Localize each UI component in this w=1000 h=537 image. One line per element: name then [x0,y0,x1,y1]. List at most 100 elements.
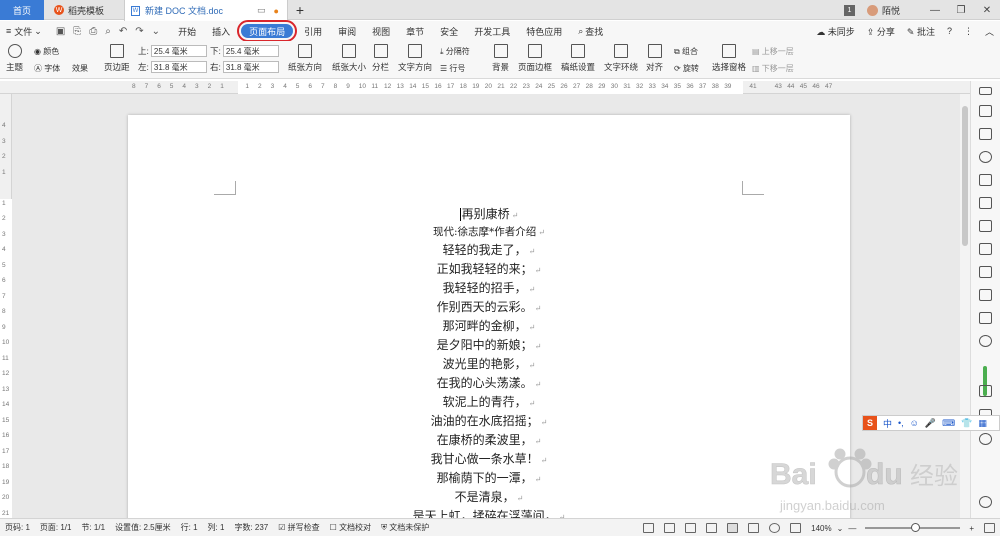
background-button[interactable]: 背景 [492,44,509,73]
window-mode-icon[interactable]: ▭ [257,5,266,16]
avatar[interactable] [866,4,878,16]
user-name[interactable]: 陌悦 [882,4,900,17]
layout-icon[interactable] [979,220,992,232]
template-tab[interactable]: W 稻壳模板 [46,0,124,20]
more-options-icon[interactable]: ⋮ [958,26,979,37]
backup-icon[interactable] [979,385,992,397]
poem-subtitle[interactable]: 现代:徐志摩*作者介绍 ↵ [128,224,850,241]
search-button[interactable]: ⌕ 查找 [570,21,611,41]
sync-status-button[interactable]: ☁ 未同步 [810,25,861,38]
edit-icon[interactable] [979,312,992,324]
more-icon[interactable] [979,496,992,508]
margins-button[interactable]: 页边距 [104,44,130,73]
full-screen-icon[interactable] [643,523,655,533]
edit-mode-icon[interactable] [706,523,718,533]
page-border-button[interactable]: 页面边框 [518,44,552,73]
poem-line[interactable]: 油油的在水底招摇； ↵ [128,412,850,431]
ime-mode-toggle[interactable]: 中 [883,417,892,430]
outline-view-icon[interactable] [748,523,760,533]
status-setting[interactable]: 设置值: 2.5厘米 [110,522,176,533]
undo-icon[interactable]: ↶ [119,26,127,37]
style-icon[interactable] [979,128,992,140]
fill-icon[interactable] [979,197,992,209]
ime-toolbar[interactable]: S 中 •, ☺ 🎤 ⌨ 👕 ▦ [862,415,1000,431]
poem-line[interactable]: 那榆荫下的一潭， ↵ [128,469,850,488]
punctuation-icon[interactable]: •, [898,418,904,428]
print-icon[interactable]: ⎙ [89,26,97,37]
status-pages[interactable]: 页面: 1/1 [35,522,77,533]
bottom-margin-input[interactable]: 25.4 毫米 [222,45,279,57]
right-margin-field[interactable]: 右: 31.8 毫米 [210,61,279,73]
line-numbers-button[interactable]: ☰ 行号 [440,63,465,74]
web-view-icon[interactable] [769,523,781,533]
home-tab[interactable]: 首页 [0,0,44,20]
status-col[interactable]: 列: 1 [203,522,230,533]
document-info-icon[interactable] [979,243,992,255]
menu-item-security[interactable]: 安全 [432,21,466,41]
status-row[interactable]: 行: 1 [176,522,203,533]
skin-icon[interactable]: 👕 [961,418,972,429]
scrollbar-thumb[interactable] [962,106,968,246]
document-tab[interactable]: W 新建 DOC 文档.doc ▭ ● [124,0,288,21]
document-body[interactable]: 再别康桥 ↵ 现代:徐志摩*作者介绍 ↵ 轻轻的我走了， ↵ 正如我轻轻的来； ↵ 我轻轻的… [128,205,850,518]
colors-button[interactable]: ◉ 颜色 [34,46,59,57]
menu-item-chapter[interactable]: 章节 [398,21,432,41]
left-margin-field[interactable]: 左: 31.8 毫米 [138,61,207,73]
new-document-icon[interactable] [979,105,992,117]
poem-line[interactable]: 我甘心做一条水草！ ↵ [128,450,850,469]
text-wrap-button[interactable]: 文字环绕 [604,44,638,73]
document-page[interactable]: 再别康桥 ↵ 现代:徐志摩*作者介绍 ↵ 轻轻的我走了， ↵ 正如我轻轻的来； ↵ 我轻轻的… [128,115,850,518]
minimize-button[interactable]: — [922,5,948,16]
save-icon[interactable]: ▣ [56,26,65,37]
poem-line[interactable]: 轻轻的我走了， ↵ [128,241,850,260]
align-button[interactable]: 对齐 [646,44,663,73]
fonts-button[interactable]: Ⓐ 字体 [34,63,60,74]
top-margin-field[interactable]: 上: 25.4 毫米 [138,45,207,57]
effects-button[interactable]: 效果 [72,63,88,74]
text-tool-icon[interactable] [979,289,992,301]
status-word-count[interactable]: 字数: 237 [229,522,273,533]
poem-line[interactable]: 在康桥的柔波里， ↵ [128,431,850,450]
poem-line[interactable]: 正如我轻轻的来； ↵ [128,260,850,279]
proofread-button[interactable]: ☐ 文档校对 [325,522,376,533]
menu-item-review[interactable]: 审阅 [330,21,364,41]
redo-icon[interactable]: ↷ [135,26,143,37]
poem-title[interactable]: 再别康桥 ↵ [128,205,850,224]
fit-page-icon[interactable] [984,523,995,533]
toolbox-icon[interactable]: ▦ [978,418,987,429]
status-page[interactable]: 页码: 1 [0,522,35,533]
print-preview-icon[interactable]: ⌕ [105,26,111,37]
menu-item-start[interactable]: 开始 [170,21,204,41]
share-button[interactable]: ⇪ 分享 [861,25,901,38]
menu-item-references[interactable]: 引用 [296,21,330,41]
left-margin-input[interactable]: 31.8 毫米 [150,61,207,73]
orientation-button[interactable]: 纸张方向 [288,44,322,73]
file-menu[interactable]: ≡ 文件 ⌄ [0,21,50,41]
settings-sliders-icon[interactable] [979,266,992,278]
new-tab-button[interactable]: + [292,0,308,20]
manuscript-button[interactable]: 稿纸设置 [561,44,595,73]
list-view-icon[interactable] [685,523,697,533]
zoom-dropdown-chevron-icon[interactable]: ⌄ [837,524,844,533]
poem-line[interactable]: 是夕阳中的新娘； ↵ [128,336,850,355]
top-margin-input[interactable]: 25.4 毫米 [150,45,207,57]
sidebar-collapse-icon[interactable] [979,87,992,95]
poem-line[interactable]: 软泥上的青荇， ↵ [128,393,850,412]
status-section[interactable]: 节: 1/1 [76,522,110,533]
share-network-icon[interactable] [979,335,992,347]
paper-size-button[interactable]: 纸张大小 [332,44,366,73]
group-button[interactable]: ⧉ 组合 [674,46,698,57]
menu-item-special[interactable]: 特色应用 [518,21,570,41]
rotate-button[interactable]: ⟳ 旋转 [674,63,699,74]
select-icon[interactable] [979,174,992,186]
add-icon[interactable] [979,433,992,445]
page-view-icon[interactable] [727,523,739,533]
text-direction-button[interactable]: 文字方向 [398,44,432,73]
close-button[interactable]: ✕ [974,5,1000,16]
poem-line[interactable]: 作别西天的云彩。 ↵ [128,298,850,317]
help-button[interactable]: ? [941,26,958,36]
export-pdf-icon[interactable]: ⎘ [73,26,81,37]
poem-line[interactable]: 不是清泉， ↵ [128,488,850,507]
bottom-margin-field[interactable]: 下: 25.4 毫米 [210,45,279,57]
microphone-icon[interactable]: 🎤 [925,418,936,429]
